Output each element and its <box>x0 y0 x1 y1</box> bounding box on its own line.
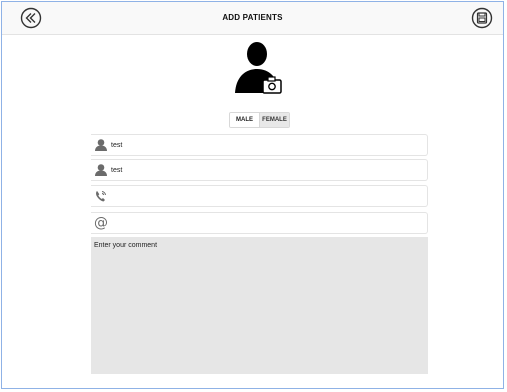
last-name-value: test <box>111 166 123 174</box>
email-field[interactable]: @ <box>91 212 428 234</box>
screen: ADD PATIENTS MALE FEMALE test test @ Ent… <box>1 1 504 389</box>
person-icon <box>93 162 109 178</box>
phone-field[interactable] <box>91 185 428 207</box>
page-title: ADD PATIENTS <box>222 13 283 22</box>
first-name-field[interactable]: test <box>91 134 428 156</box>
comment-textarea[interactable]: Enter your comment <box>91 237 428 374</box>
save-button[interactable] <box>471 7 493 29</box>
last-name-field[interactable]: test <box>91 159 428 181</box>
person-camera-icon <box>235 42 282 94</box>
at-sign-icon: @ <box>94 215 108 231</box>
male-option[interactable]: MALE <box>230 113 259 127</box>
patient-photo-button[interactable] <box>230 39 286 95</box>
female-option[interactable]: FEMALE <box>259 113 289 127</box>
comment-placeholder: Enter your comment <box>94 242 158 249</box>
phone-icon <box>93 188 109 204</box>
first-name-value: test <box>111 141 123 149</box>
floppy-disk-icon <box>471 7 493 29</box>
header-bar: ADD PATIENTS <box>2 2 503 35</box>
person-icon <box>93 137 109 153</box>
gender-toggle: MALE FEMALE <box>229 112 290 128</box>
